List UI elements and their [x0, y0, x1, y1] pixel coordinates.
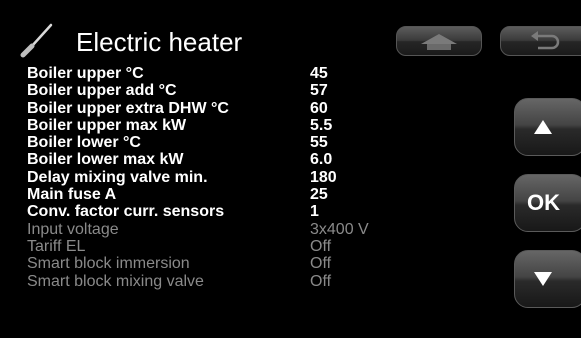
scroll-down-button[interactable]	[514, 250, 581, 308]
parameter-label: Boiler upper add °C	[27, 82, 177, 100]
parameter-row[interactable]: Boiler lower max kW 6.0	[27, 151, 387, 168]
arrow-down-icon	[534, 272, 552, 286]
parameter-row[interactable]: Delay mixing valve min. 180	[27, 169, 387, 186]
parameter-label: Input voltage	[27, 220, 119, 238]
parameter-label: Smart block mixing valve	[27, 272, 204, 290]
parameter-label: Boiler lower °C	[27, 134, 141, 152]
parameter-label: Boiler upper °C	[27, 65, 144, 82]
parameter-label: Boiler upper max kW	[27, 116, 187, 134]
back-button[interactable]	[500, 26, 581, 56]
arrow-up-icon	[534, 120, 552, 134]
parameter-value: Off	[310, 272, 332, 290]
parameter-row: Tariff EL Off	[27, 238, 387, 255]
parameter-value: Off	[310, 237, 332, 255]
home-icon	[421, 34, 457, 50]
parameter-row: Smart block mixing valve Off	[27, 273, 387, 290]
parameter-value: 25	[310, 186, 328, 204]
scroll-up-button[interactable]	[514, 98, 581, 156]
display-screen: Electric heater OK Boiler upper °C 45 Boi…	[0, 0, 581, 338]
ok-label: OK	[527, 190, 560, 215]
parameter-value: 3x400 V	[310, 220, 369, 238]
parameter-row[interactable]: Conv. factor curr. sensors 1	[27, 203, 387, 220]
parameter-value: Off	[310, 255, 332, 273]
parameter-value: 6.0	[310, 151, 333, 169]
parameter-value: 45	[310, 65, 328, 82]
parameter-row[interactable]: Boiler upper °C 45	[27, 65, 387, 82]
parameter-value: 1	[310, 203, 319, 221]
parameter-value: 60	[310, 99, 328, 117]
screwdriver-icon	[20, 23, 53, 58]
parameter-label: Boiler lower max kW	[27, 151, 184, 169]
parameter-value: 180	[310, 168, 337, 186]
parameter-label: Smart block immersion	[27, 255, 190, 273]
parameter-value: 55	[310, 134, 328, 152]
parameter-value: 57	[310, 82, 328, 100]
parameter-label: Main fuse A	[27, 186, 117, 204]
parameter-row[interactable]: Boiler upper extra DHW °C 60	[27, 100, 387, 117]
parameter-label: Boiler upper extra DHW °C	[27, 99, 229, 117]
parameter-row: Input voltage 3x400 V	[27, 221, 387, 238]
parameter-row[interactable]: Main fuse A 25	[27, 186, 387, 203]
home-button[interactable]	[396, 26, 482, 56]
parameter-label: Delay mixing valve min.	[27, 168, 208, 186]
parameter-row[interactable]: Boiler upper add °C 57	[27, 82, 387, 99]
parameter-row[interactable]: Boiler lower °C 55	[27, 134, 387, 151]
ok-button[interactable]: OK	[514, 174, 581, 232]
parameter-row[interactable]: Boiler upper max kW 5.5	[27, 117, 387, 134]
parameter-list: Boiler upper °C 45 Boiler upper add °C 57 …	[27, 65, 387, 290]
back-arrow-icon	[531, 31, 560, 50]
parameter-label: Conv. factor curr. sensors	[27, 203, 225, 221]
page-title: Electric heater	[76, 27, 243, 57]
parameter-row: Smart block immersion Off	[27, 255, 387, 272]
parameter-label: Tariff EL	[27, 237, 86, 255]
parameter-value: 5.5	[310, 116, 333, 134]
